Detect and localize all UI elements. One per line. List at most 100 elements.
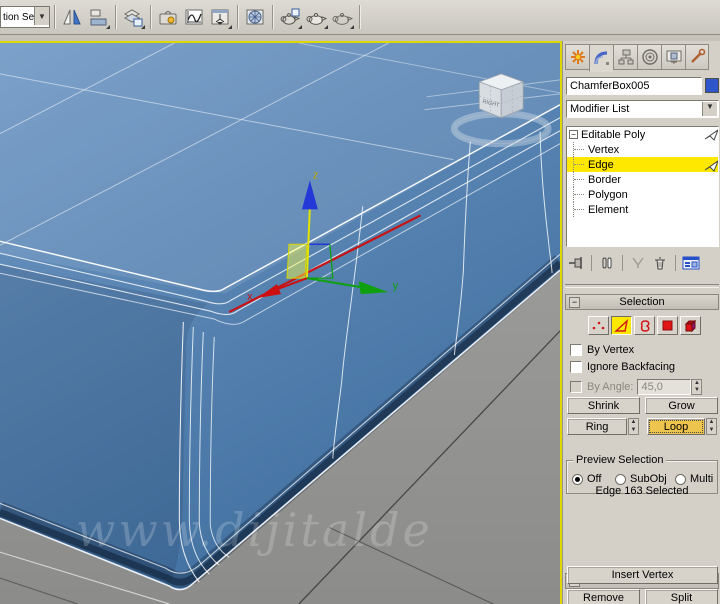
drag-cursor-icon xyxy=(704,160,718,172)
preview-multi-radio[interactable]: Multi xyxy=(675,473,713,485)
stack-item-label: Vertex xyxy=(588,143,620,156)
pin-stack-icon[interactable] xyxy=(565,253,587,273)
viewport-canvas: z x y RIGHT xyxy=(0,43,560,604)
axis-y-label: y xyxy=(393,280,399,292)
radio-icon[interactable] xyxy=(615,473,626,485)
material-editor-icon[interactable] xyxy=(243,5,267,29)
split-button[interactable]: Split xyxy=(645,589,718,604)
render-iterative-icon[interactable] xyxy=(330,5,354,29)
element-icon[interactable] xyxy=(680,316,701,335)
edge-icon[interactable] xyxy=(611,316,632,335)
gizmo-xz-plane-handle[interactable] xyxy=(286,243,308,279)
render-setup-icon[interactable] xyxy=(278,5,302,29)
chevron-down-icon[interactable]: ▼ xyxy=(34,7,49,25)
align-icon[interactable] xyxy=(86,5,110,29)
radio-icon[interactable] xyxy=(675,473,686,485)
preview-subobj-radio[interactable]: SubObj xyxy=(615,473,667,485)
grow-button[interactable]: Grow xyxy=(645,397,718,414)
loop-label: Loop xyxy=(663,420,689,433)
by-vertex-checkbox[interactable]: By Vertex xyxy=(570,344,634,356)
grow-label: Grow xyxy=(668,399,695,412)
stack-row-vertex[interactable]: Vertex xyxy=(567,142,718,157)
selection-status: Edge 163 Selected xyxy=(595,485,689,497)
ring-spinner[interactable]: ▲ ▼ xyxy=(628,418,639,435)
stack-row-edge[interactable]: Edge xyxy=(567,157,718,172)
toolbar-separator xyxy=(359,5,360,29)
by-angle-row: By Angle: 45,0 ▲ ▼ xyxy=(570,379,703,395)
tree-branch xyxy=(573,157,588,172)
make-unique-icon[interactable] xyxy=(627,253,649,273)
create-icon xyxy=(570,50,585,64)
command-panel: ChamferBox005 Modifier List ▼ − Editable… xyxy=(562,41,720,604)
object-name-field[interactable]: ChamferBox005 xyxy=(566,77,702,95)
checkbox-icon xyxy=(570,381,582,393)
mirror-icon[interactable] xyxy=(60,5,84,29)
insert-vertex-button[interactable]: Insert Vertex xyxy=(567,566,718,584)
preview-selection-title: Preview Selection xyxy=(573,454,667,466)
chevron-down-icon[interactable]: ▼ xyxy=(702,102,717,116)
axis-x-label: x xyxy=(247,291,253,303)
shrink-button[interactable]: Shrink xyxy=(567,397,640,414)
checkbox-icon[interactable] xyxy=(570,361,582,373)
graphite-tools-icon[interactable] xyxy=(156,5,180,29)
named-selection-set-value: tion Se xyxy=(3,11,35,23)
show-end-result-icon[interactable] xyxy=(596,253,618,273)
loop-button[interactable]: Loop xyxy=(647,418,705,435)
stack-row-editable-poly[interactable]: − Editable Poly xyxy=(567,127,718,142)
stack-item-label: Element xyxy=(588,203,629,216)
render-production-icon[interactable] xyxy=(304,5,328,29)
toolbar-separator xyxy=(115,5,116,29)
toolbar-separator xyxy=(237,5,238,29)
remove-modifier-icon[interactable] xyxy=(649,253,671,273)
curve-editor-icon[interactable] xyxy=(182,5,206,29)
loop-spinner[interactable]: ▲ ▼ xyxy=(706,418,717,435)
checkbox-icon[interactable] xyxy=(570,344,582,356)
stack-row-element[interactable]: Element xyxy=(567,202,718,217)
preview-off-radio[interactable]: Off xyxy=(572,473,601,485)
tab-utilities[interactable] xyxy=(685,44,709,70)
modifier-stack: − Editable Poly Vertex Edge Border Polyg… xyxy=(566,126,719,247)
tree-branch xyxy=(573,172,588,187)
insert-vertex-label: Insert Vertex xyxy=(611,569,674,581)
by-angle-spinner: ▲ ▼ xyxy=(691,379,703,395)
object-color-swatch[interactable] xyxy=(705,78,719,93)
schematic-view-icon[interactable] xyxy=(208,5,232,29)
tab-hierarchy[interactable] xyxy=(613,44,637,70)
vertex-icon[interactable] xyxy=(588,316,609,335)
preview-subobj-label: SubObj xyxy=(630,473,667,485)
by-angle-field: 45,0 xyxy=(637,379,692,395)
selection-rollout-title: Selection xyxy=(619,296,665,308)
polygon-icon[interactable] xyxy=(657,316,678,335)
modifier-list-dropdown[interactable]: Modifier List ▼ xyxy=(566,100,719,118)
stack-row-border[interactable]: Border xyxy=(567,172,718,187)
layer-manager-icon[interactable] xyxy=(121,5,145,29)
command-panel-tabs xyxy=(565,44,717,72)
motion-icon xyxy=(641,49,658,65)
modifier-stack-toolbar xyxy=(565,252,719,274)
tab-motion[interactable] xyxy=(637,44,661,70)
named-selection-set-combo[interactable]: tion Se ▼ xyxy=(0,6,50,28)
ring-button[interactable]: Ring xyxy=(567,418,627,435)
object-name-value: ChamferBox005 xyxy=(570,80,650,92)
utilities-icon xyxy=(691,48,706,63)
shrink-label: Shrink xyxy=(587,399,620,412)
collapse-icon[interactable]: − xyxy=(569,130,578,139)
tree-branch xyxy=(573,202,588,217)
tab-create[interactable] xyxy=(565,44,589,70)
drag-cursor-icon xyxy=(704,129,718,141)
ignore-backfacing-checkbox[interactable]: Ignore Backfacing xyxy=(570,361,675,373)
radio-icon[interactable] xyxy=(572,473,583,485)
split-label: Split xyxy=(670,592,693,604)
tab-modify[interactable] xyxy=(589,44,613,72)
hierarchy-icon xyxy=(618,49,633,65)
border-icon[interactable] xyxy=(634,316,655,335)
perspective-viewport[interactable]: z x y RIGHT www.dijitalde xyxy=(0,41,562,604)
3dsmax-window: { "toolbar": { "selection_set_value": "t… xyxy=(0,0,720,604)
stack-row-polygon[interactable]: Polygon xyxy=(567,187,718,202)
selection-rollout-header[interactable]: − Selection xyxy=(565,294,719,310)
panel-divider xyxy=(565,284,719,288)
configure-modifier-sets-icon[interactable] xyxy=(680,253,702,273)
tree-branch xyxy=(573,187,588,202)
remove-button[interactable]: Remove xyxy=(567,589,640,604)
tab-display[interactable] xyxy=(661,44,685,70)
